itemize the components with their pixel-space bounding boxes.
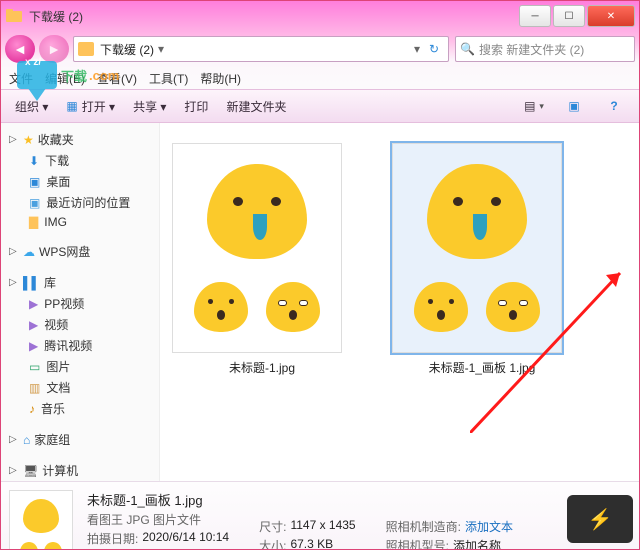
address-history-icon[interactable]: ▾ [410, 42, 424, 56]
details-text: 未标题-1_画板 1.jpg 看图王 JPG 图片文件 拍摄日期:2020/6/… [87, 490, 528, 550]
file-thumbnail-1[interactable]: 未标题-1.jpg [172, 143, 352, 461]
sidebar: ▷★收藏夹 ⬇下载 ▣桌面 ▣最近访问的位置 ▇IMG ▷☁WPS网盘 ▷▌▌库… [1, 123, 160, 481]
minimize-button[interactable]: ─ [519, 5, 551, 27]
window-title: 下载缓 (2) [29, 8, 83, 25]
sidebar-item-downloads[interactable]: ⬇下载 [9, 150, 157, 171]
refresh-icon[interactable]: ↻ [424, 42, 444, 56]
menu-tools[interactable]: 工具(T) [149, 70, 188, 87]
sidebar-item-ppvideo[interactable]: ▶PP视频 [9, 293, 157, 314]
sidebar-header-favorites[interactable]: ▷★收藏夹 [9, 129, 157, 150]
details-pane: 未标题-1_画板 1.jpg 看图王 JPG 图片文件 拍摄日期:2020/6/… [1, 481, 639, 550]
sidebar-group-favorites: ▷★收藏夹 ⬇下载 ▣桌面 ▣最近访问的位置 ▇IMG [9, 129, 157, 231]
watermark: x z/ 下载.com [15, 55, 119, 95]
thumbnail-image [172, 143, 342, 353]
search-placeholder: 搜索 新建文件夹 (2) [479, 41, 584, 58]
view-layout-button[interactable]: ▤▾ [515, 91, 553, 121]
window-controls: ─ ☐ ✕ [517, 5, 635, 27]
file-thumbnail-2-selected[interactable]: 未标题-1_画板 1.jpg [392, 143, 572, 461]
search-icon: 🔍 [460, 42, 475, 56]
help-icon[interactable]: ? [595, 91, 633, 121]
sidebar-item-video[interactable]: ▶视频 [9, 314, 157, 335]
sidebar-item-pictures[interactable]: ▭图片 [9, 356, 157, 377]
details-thumbnail [9, 490, 73, 550]
sidebar-item-desktop[interactable]: ▣桌面 [9, 171, 157, 192]
details-filename: 未标题-1_画板 1.jpg [87, 490, 229, 509]
titlebar[interactable]: 下载缓 (2) ─ ☐ ✕ [1, 1, 639, 31]
sidebar-group-wps: ▷☁WPS网盘 [9, 241, 157, 262]
explorer-window: 下载缓 (2) ─ ☐ ✕ ◄ ► 下载缓 (2) ▾ ▾ ↻ 🔍 搜索 新建文… [0, 0, 640, 550]
address-bar[interactable]: 下载缓 (2) ▾ ▾ ↻ [73, 36, 449, 62]
newfolder-button[interactable]: 新建文件夹 [218, 94, 294, 119]
window-icon [5, 7, 23, 25]
sidebar-group-homegroup: ▷⌂家庭组 [9, 429, 157, 450]
sidebar-group-libraries: ▷▌▌库 ▶PP视频 ▶视频 ▶腾讯视频 ▭图片 ▥文档 ♪音乐 [9, 272, 157, 419]
add-text-link[interactable]: 添加文本 [465, 518, 513, 535]
file-name-1: 未标题-1.jpg [172, 359, 352, 376]
sidebar-header-computer[interactable]: ▷🖥计算机 [9, 460, 157, 481]
open-button[interactable]: ▦打开 ▾ [58, 94, 123, 119]
main-area: ▷★收藏夹 ⬇下载 ▣桌面 ▣最近访问的位置 ▇IMG ▷☁WPS网盘 ▷▌▌库… [1, 123, 639, 481]
file-name-2: 未标题-1_画板 1.jpg [392, 359, 572, 376]
print-button[interactable]: 打印 [176, 94, 216, 119]
details-apptype: 看图王 JPG 图片文件 [87, 511, 229, 528]
sidebar-header-wps[interactable]: ▷☁WPS网盘 [9, 241, 157, 262]
sidebar-item-recent[interactable]: ▣最近访问的位置 [9, 192, 157, 213]
content-pane[interactable]: 未标题-1.jpg 未标题-1_画板 1.jpg [160, 123, 639, 481]
corner-badge-icon: ⚡ [567, 495, 633, 543]
sidebar-group-computer: ▷🖥计算机 [9, 460, 157, 481]
preview-pane-button[interactable]: ▣ [555, 91, 593, 121]
folder-icon [78, 42, 94, 56]
search-box[interactable]: 🔍 搜索 新建文件夹 (2) [455, 36, 635, 62]
maximize-button[interactable]: ☐ [553, 5, 585, 27]
sidebar-header-libraries[interactable]: ▷▌▌库 [9, 272, 157, 293]
menu-help[interactable]: 帮助(H) [200, 70, 241, 87]
sidebar-item-music[interactable]: ♪音乐 [9, 398, 157, 419]
sidebar-header-homegroup[interactable]: ▷⌂家庭组 [9, 429, 157, 450]
close-button[interactable]: ✕ [587, 5, 635, 27]
breadcrumb-dropdown-icon[interactable]: ▾ [154, 42, 168, 56]
sidebar-item-img[interactable]: ▇IMG [9, 213, 157, 231]
thumbnail-image [392, 143, 562, 353]
share-button[interactable]: 共享 ▾ [125, 94, 174, 119]
sidebar-item-tencentvideo[interactable]: ▶腾讯视频 [9, 335, 157, 356]
sidebar-item-documents[interactable]: ▥文档 [9, 377, 157, 398]
